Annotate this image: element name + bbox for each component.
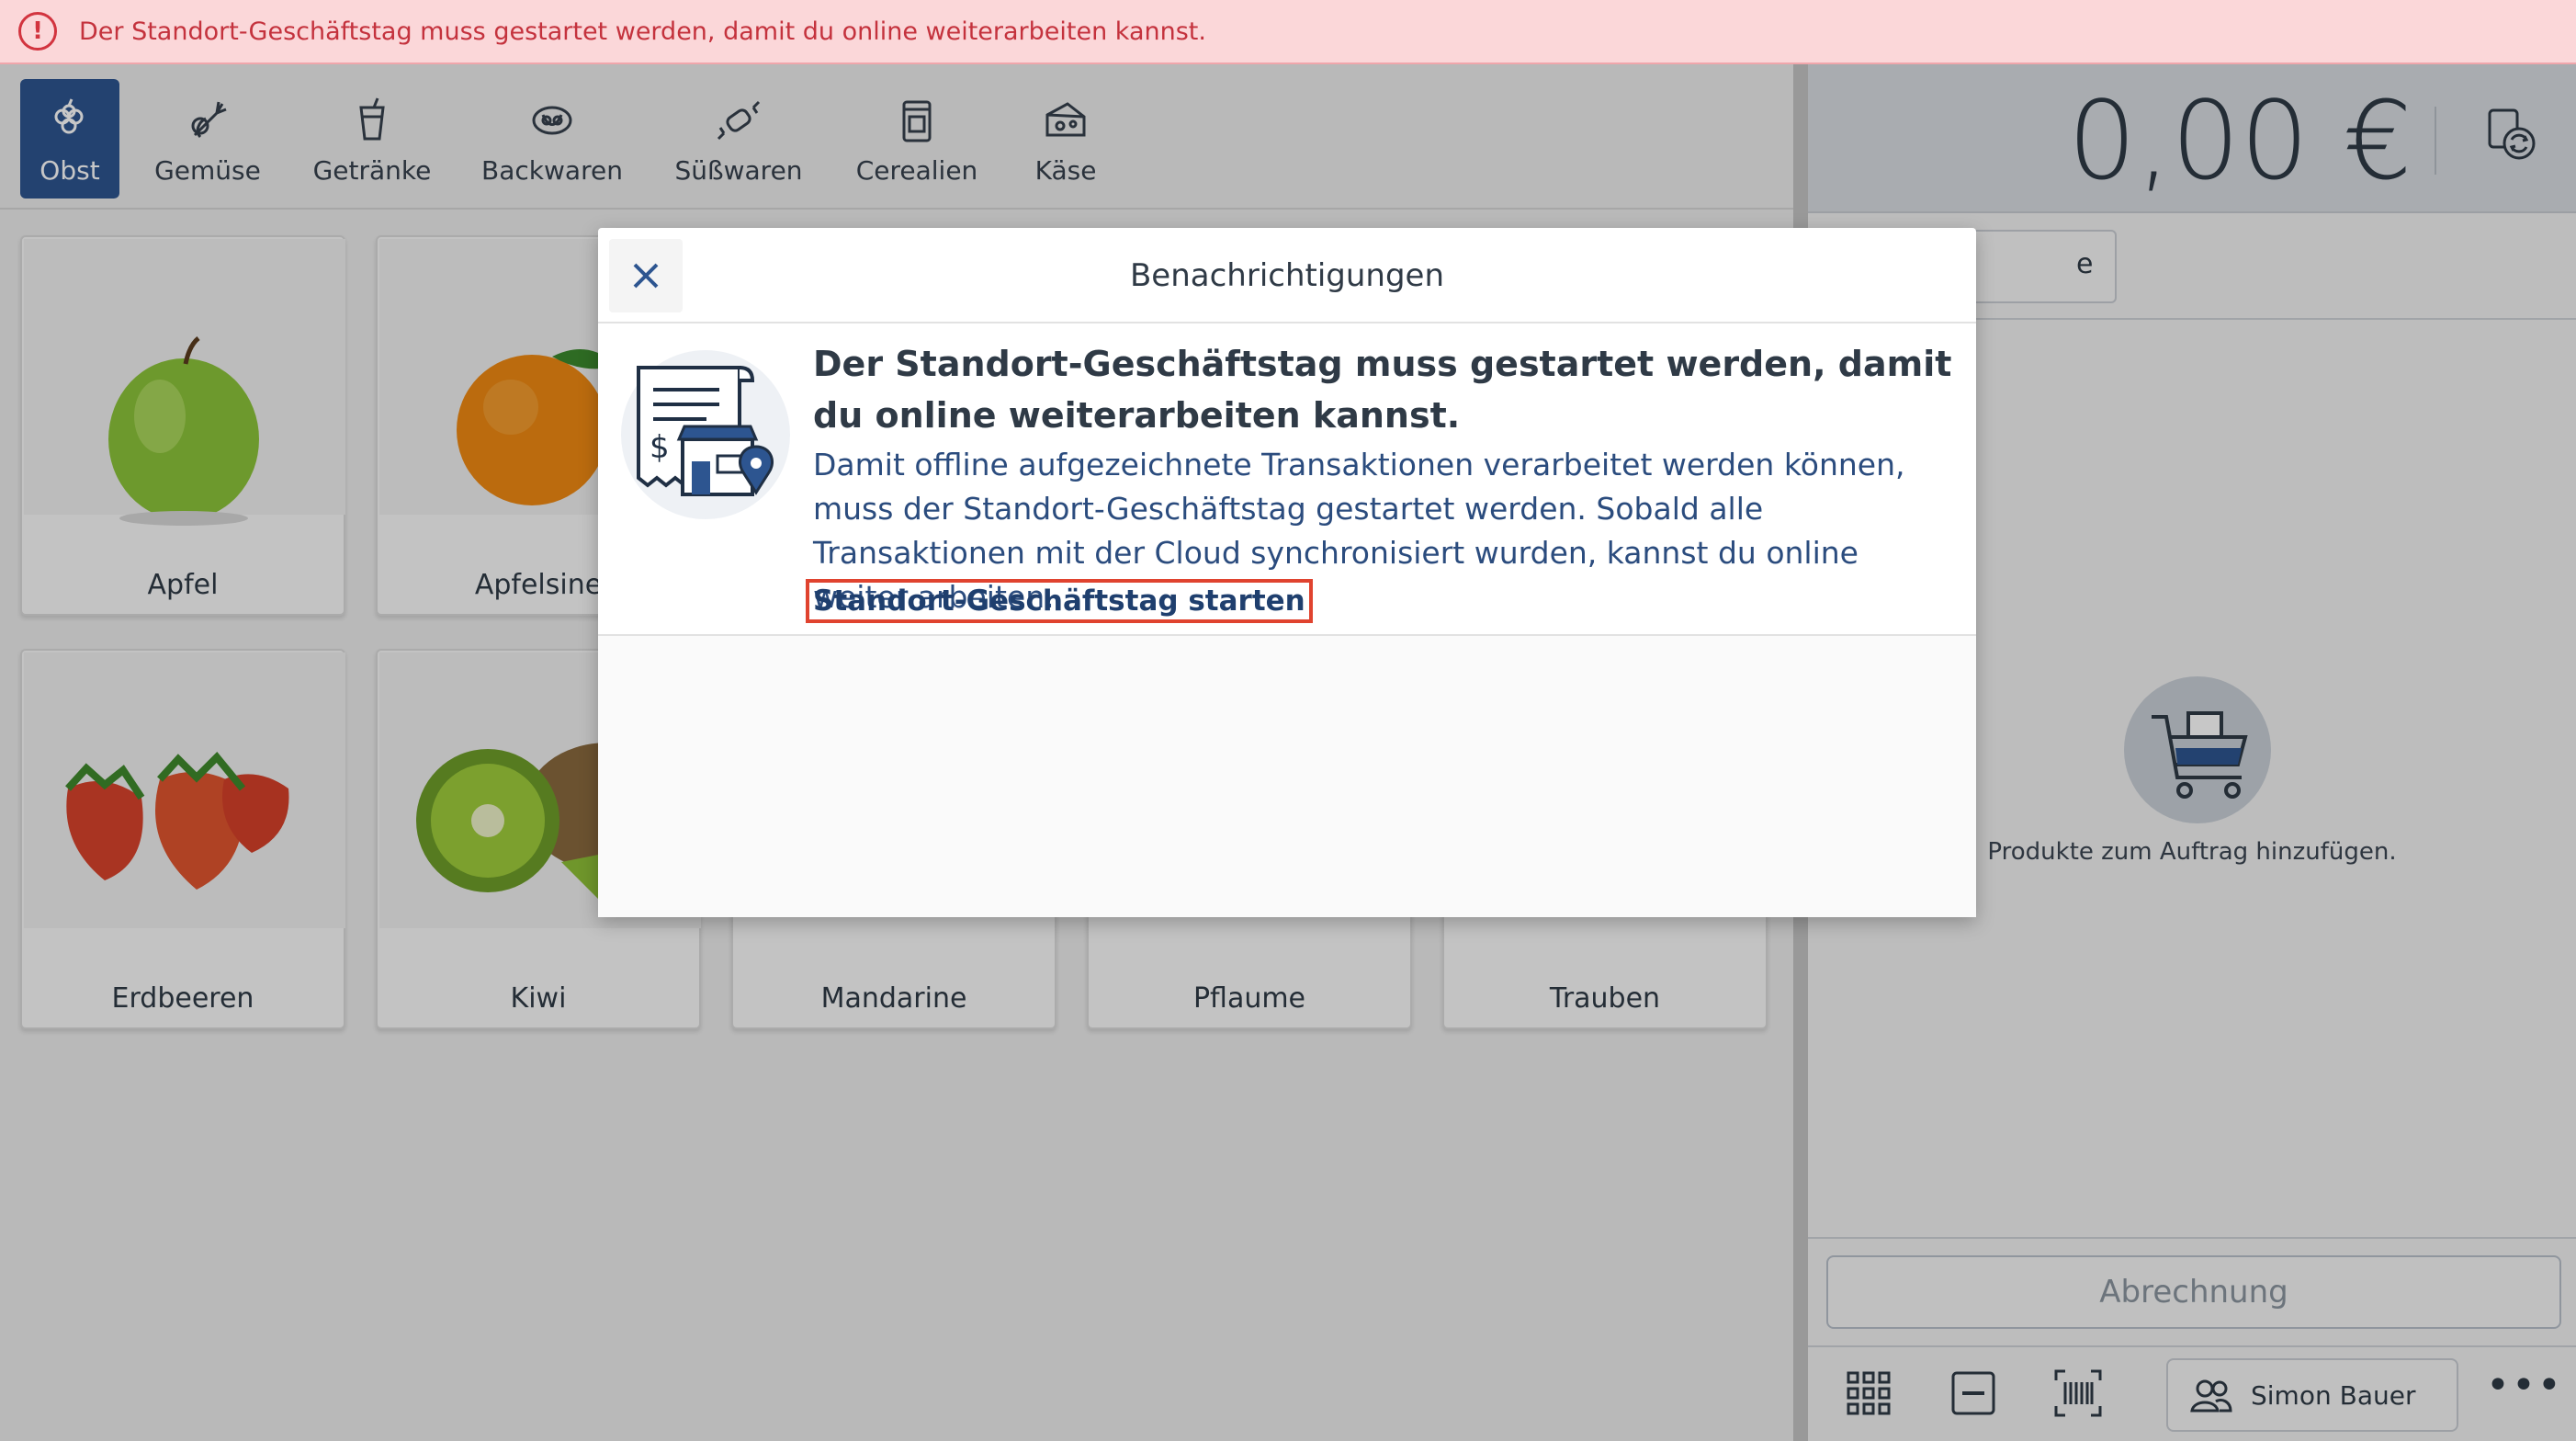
svg-text:$: $ bbox=[650, 429, 670, 466]
start-business-day-link[interactable]: Standort-Geschäftstag starten bbox=[806, 579, 1313, 623]
notifications-dialog: Benachrichtigungen $ Der Standort-Geschä… bbox=[598, 228, 1976, 917]
notification-title: Der Standort-Geschäftstag muss gestartet… bbox=[813, 344, 1952, 436]
store-receipt-illustration: $ bbox=[621, 350, 790, 519]
alert-message: Der Standort-Geschäftstag muss gestartet… bbox=[79, 17, 1206, 46]
offline-alert-bar: ! Der Standort-Geschäftstag muss gestart… bbox=[0, 0, 2576, 64]
notification-list-empty-area bbox=[598, 636, 1976, 917]
exclamation-circle-icon: ! bbox=[18, 12, 57, 51]
dialog-header: Benachrichtigungen bbox=[598, 228, 1976, 323]
dialog-title: Benachrichtigungen bbox=[1129, 257, 1445, 294]
